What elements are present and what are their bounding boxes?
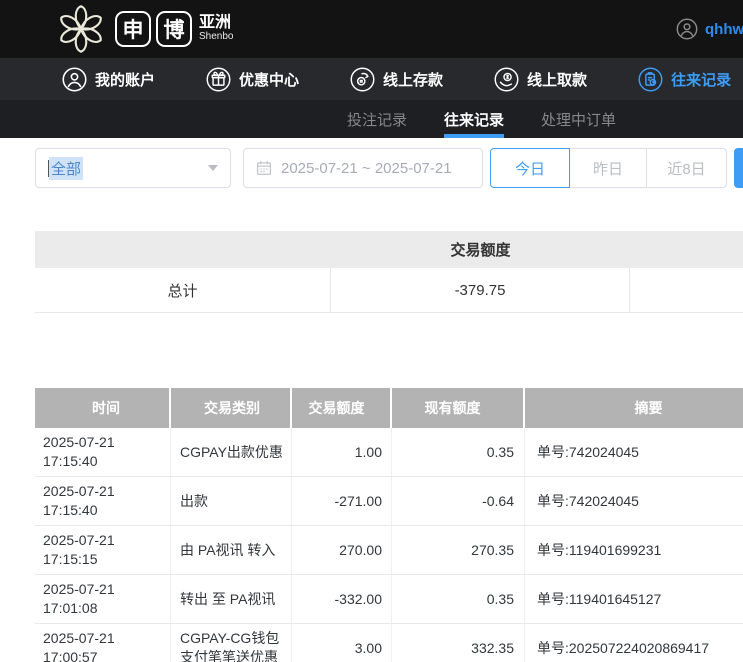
search-button-clipped[interactable] bbox=[734, 148, 743, 188]
cell-type: 由 PA视讯 转入 bbox=[171, 526, 292, 574]
top-header: 申 博 亚洲 Shenbo qhhw bbox=[0, 0, 743, 58]
gift-icon bbox=[206, 67, 231, 92]
cell-memo: 单号:119401645127 bbox=[525, 575, 743, 623]
cell-memo: 单号:202507224020869417 bbox=[525, 624, 743, 662]
tab-betting-records[interactable]: 投注记录 bbox=[347, 100, 407, 138]
records-header-row: 时间 交易类别 交易额度 现有额度 摘要 bbox=[35, 388, 743, 428]
type-select-value: 全部 bbox=[49, 157, 83, 180]
cell-balance: -0.64 bbox=[392, 477, 525, 525]
summary-total-value: -379.75 bbox=[331, 268, 630, 312]
cell-time: 2025-07-21 17:00:57 bbox=[35, 624, 171, 662]
summary-total-row: 总计 -379.75 bbox=[35, 268, 743, 313]
withdraw-hand-coin-icon bbox=[494, 67, 519, 92]
deposit-hand-coin-icon bbox=[350, 67, 375, 92]
date-range-input[interactable]: 2025-07-21 ~ 2025-07-21 bbox=[243, 148, 483, 188]
cell-time: 2025-07-21 17:15:40 bbox=[35, 428, 171, 476]
user-circle-icon bbox=[62, 67, 87, 92]
user-menu[interactable]: qhhw bbox=[676, 0, 743, 58]
tab-transaction-records[interactable]: 往来记录 bbox=[444, 100, 504, 138]
type-select[interactable]: 全部 bbox=[35, 148, 231, 188]
cell-amount: 1.00 bbox=[292, 428, 392, 476]
sub-nav: 投注记录 往来记录 处理中订单 bbox=[0, 100, 743, 138]
last-8-days-button[interactable]: 近8日 bbox=[646, 148, 727, 188]
cell-time: 2025-07-21 17:15:40 bbox=[35, 477, 171, 525]
flower-logo-icon bbox=[52, 0, 110, 58]
logo-char-box-1: 申 bbox=[115, 11, 151, 47]
records-table: 时间 交易类别 交易额度 现有额度 摘要 2025-07-21 17:15:40… bbox=[35, 388, 743, 662]
quick-date-button-group: 今日 昨日 近8日 bbox=[490, 148, 727, 188]
logo-region-text: 亚洲 bbox=[199, 15, 233, 32]
summary-total-label: 总计 bbox=[35, 268, 331, 312]
filter-row: 全部 2025-07-21 ~ 2025-07-21 今日 昨日 近8日 bbox=[35, 148, 743, 188]
today-button[interactable]: 今日 bbox=[490, 148, 570, 188]
nav-item-my-account[interactable]: 我的账户 bbox=[62, 67, 155, 92]
col-header-balance: 现有额度 bbox=[392, 388, 525, 428]
nav-item-promo-center[interactable]: 优惠中心 bbox=[206, 67, 299, 92]
summary-table: 交易额度 总计 -379.75 bbox=[35, 231, 743, 313]
summary-header-amount: 交易额度 bbox=[331, 239, 630, 260]
summary-header-row: 交易额度 bbox=[35, 231, 743, 268]
calendar-icon bbox=[256, 160, 272, 176]
main-nav: 我的账户 优惠中心 bbox=[0, 58, 743, 100]
summary-empty-cell bbox=[630, 268, 743, 312]
user-avatar-icon bbox=[676, 18, 698, 40]
col-header-type: 交易类别 bbox=[171, 388, 292, 428]
cell-memo: 单号:119401699231 bbox=[525, 526, 743, 574]
table-row: 2025-07-21 17:15:40 CGPAY出款优惠 1.00 0.35 … bbox=[35, 428, 743, 477]
cell-amount: 3.00 bbox=[292, 624, 392, 662]
cell-balance: 332.35 bbox=[392, 624, 525, 662]
cell-amount: -271.00 bbox=[292, 477, 392, 525]
col-header-memo: 摘要 bbox=[525, 388, 743, 428]
cell-balance: 0.35 bbox=[392, 575, 525, 623]
nav-item-transaction-records[interactable]: 往来记录 bbox=[638, 67, 731, 92]
brand-logo[interactable]: 申 博 亚洲 Shenbo bbox=[52, 0, 233, 58]
cell-memo: 单号:742024045 bbox=[525, 477, 743, 525]
col-header-time: 时间 bbox=[35, 388, 171, 428]
nav-item-online-withdraw[interactable]: 线上取款 bbox=[494, 67, 587, 92]
cell-balance: 270.35 bbox=[392, 526, 525, 574]
page: 申 博 亚洲 Shenbo qhhw bbox=[0, 0, 743, 662]
cell-amount: -332.00 bbox=[292, 575, 392, 623]
cell-type: 出款 bbox=[171, 477, 292, 525]
clipboard-clock-icon bbox=[638, 67, 663, 92]
chevron-down-icon bbox=[208, 165, 218, 171]
table-row: 2025-07-21 17:00:57 CGPAY-CG钱包支付笔笔送优惠 3.… bbox=[35, 624, 743, 662]
col-header-amount: 交易额度 bbox=[292, 388, 392, 428]
nav-label: 往来记录 bbox=[671, 69, 731, 90]
cell-type: CGPAY出款优惠 bbox=[171, 428, 292, 476]
cell-memo: 单号:742024045 bbox=[525, 428, 743, 476]
tab-processing-orders[interactable]: 处理中订单 bbox=[541, 100, 616, 138]
logo-char-box-2: 博 bbox=[156, 11, 192, 47]
cell-type: CGPAY-CG钱包支付笔笔送优惠 bbox=[171, 624, 292, 662]
cell-type: 转出 至 PA视讯 bbox=[171, 575, 292, 623]
cell-amount: 270.00 bbox=[292, 526, 392, 574]
date-range-value: 2025-07-21 ~ 2025-07-21 bbox=[281, 160, 452, 177]
cell-time: 2025-07-21 17:15:15 bbox=[35, 526, 171, 574]
cell-time: 2025-07-21 17:01:08 bbox=[35, 575, 171, 623]
nav-label: 我的账户 bbox=[95, 69, 155, 90]
logo-region-block: 亚洲 Shenbo bbox=[199, 15, 233, 42]
nav-label: 线上存款 bbox=[383, 69, 443, 90]
nav-item-online-deposit[interactable]: 线上存款 bbox=[350, 67, 443, 92]
cell-balance: 0.35 bbox=[392, 428, 525, 476]
table-row: 2025-07-21 17:15:40 出款 -271.00 -0.64 单号:… bbox=[35, 477, 743, 526]
username-text: qhhw bbox=[705, 21, 743, 38]
nav-label: 线上取款 bbox=[527, 69, 587, 90]
nav-label: 优惠中心 bbox=[239, 69, 299, 90]
logo-sub-text: Shenbo bbox=[199, 32, 233, 43]
table-row: 2025-07-21 17:01:08 转出 至 PA视讯 -332.00 0.… bbox=[35, 575, 743, 624]
table-row: 2025-07-21 17:15:15 由 PA视讯 转入 270.00 270… bbox=[35, 526, 743, 575]
yesterday-button[interactable]: 昨日 bbox=[569, 148, 647, 188]
